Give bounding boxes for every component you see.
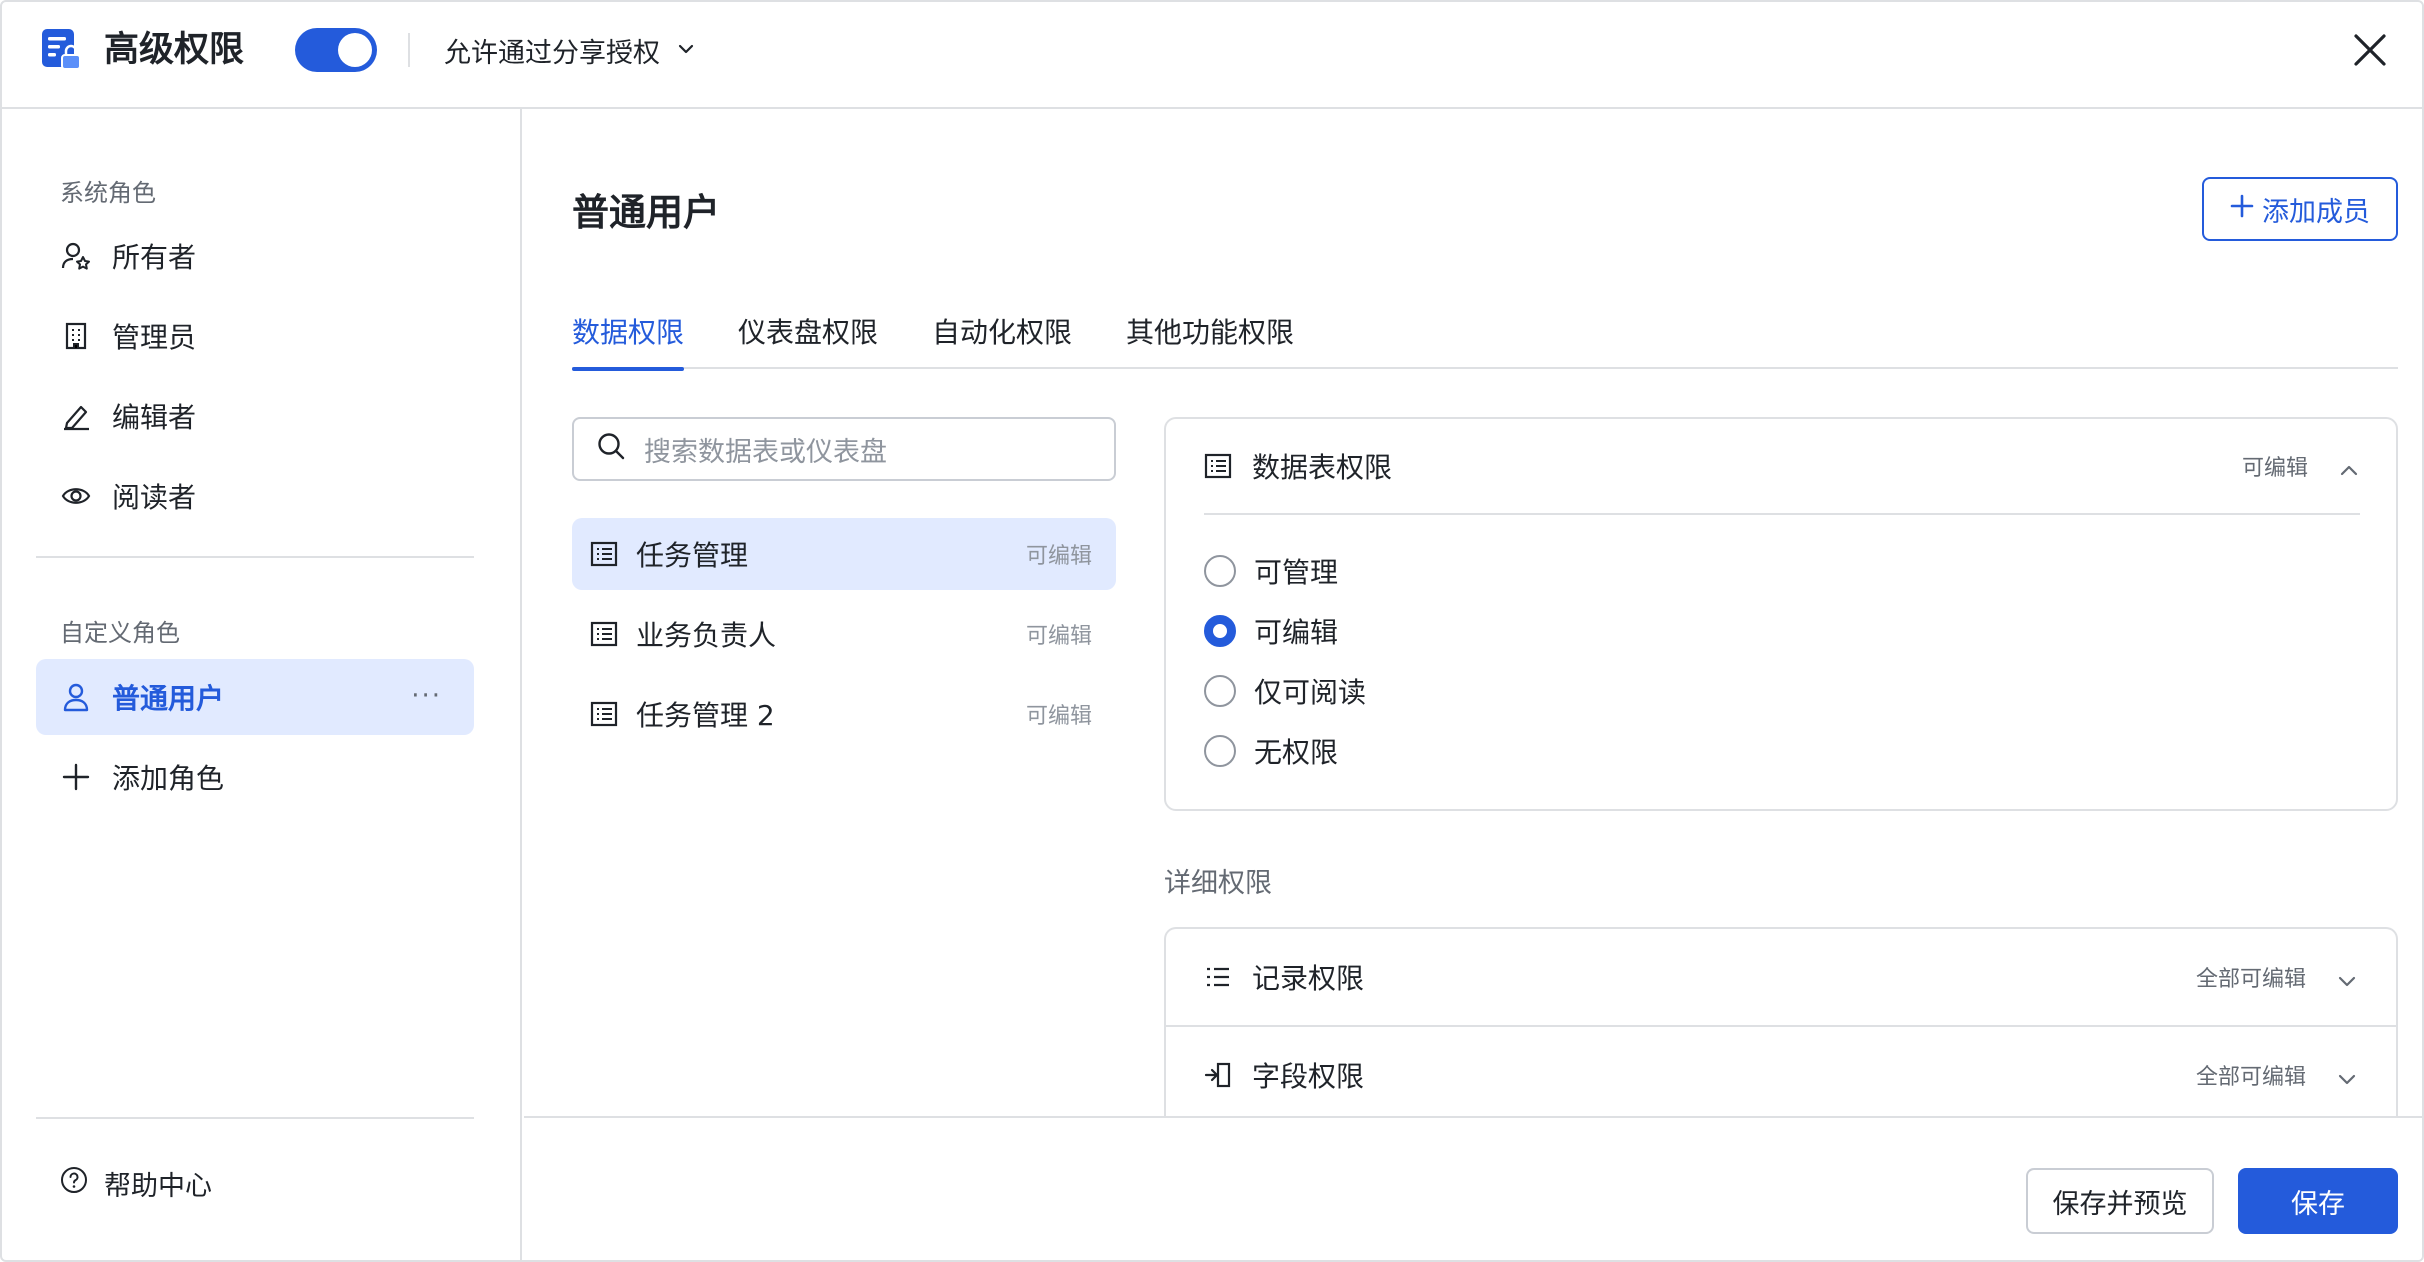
user-star-icon <box>60 240 92 272</box>
radio-label: 可编辑 <box>1254 616 1339 649</box>
radio-button[interactable] <box>1204 735 1236 767</box>
tab-automation-permission[interactable]: 自动化权限 <box>932 311 1072 369</box>
chevron-down-icon[interactable] <box>2336 1065 2358 1098</box>
radio-label: 可管理 <box>1254 556 1339 589</box>
field-permission-value: 全部可编辑 <box>2195 1065 2306 1090</box>
chevron-down-icon[interactable] <box>2336 967 2358 1000</box>
role-title: 普通用户 <box>572 191 720 234</box>
share-dropdown-label: 允许通过分享授权 <box>444 37 660 69</box>
close-icon[interactable] <box>2350 30 2390 70</box>
plus-icon <box>60 761 92 793</box>
table-grid-icon <box>1204 451 1234 481</box>
detail-permissions-heading: 详细权限 <box>1164 868 1272 899</box>
search-placeholder: 搜索数据表或仪表盘 <box>644 436 887 468</box>
sidebar-item-editor[interactable]: 编辑者 <box>36 378 474 454</box>
sidebar-item-reader[interactable]: 阅读者 <box>36 458 474 534</box>
save-button[interactable]: 保存 <box>2238 1168 2398 1234</box>
table-name: 任务管理 2 <box>636 699 775 732</box>
add-role-label: 添加角色 <box>112 762 225 795</box>
tab-other-permission[interactable]: 其他功能权限 <box>1126 311 1294 369</box>
table-search-input[interactable]: 搜索数据表或仪表盘 <box>572 417 1116 481</box>
help-center-link[interactable]: 帮助中心 <box>60 1164 212 1203</box>
tab-data-permission[interactable]: 数据权限 <box>572 311 685 371</box>
sidebar-item-regular-user[interactable]: 普通用户 ··· <box>36 659 474 735</box>
radio-label: 无权限 <box>1254 736 1339 769</box>
search-icon <box>596 431 626 468</box>
sidebar-item-label: 编辑者 <box>112 401 197 434</box>
plus-icon <box>2230 194 2254 225</box>
dialog-title: 高级权限 <box>104 30 245 70</box>
field-permission-label: 字段权限 <box>1252 1060 1365 1093</box>
radio-button-checked[interactable] <box>1204 615 1236 647</box>
more-options-icon[interactable]: ··· <box>411 681 442 711</box>
table-permission-header[interactable]: 数据表权限 可编辑 <box>1204 419 2360 515</box>
sidebar-item-label: 管理员 <box>112 321 197 354</box>
sidebar-divider <box>36 556 474 558</box>
table-grid-icon <box>590 539 620 569</box>
radio-label: 仅可阅读 <box>1254 676 1367 709</box>
record-permission-value: 全部可编辑 <box>2195 967 2306 992</box>
user-icon <box>60 681 92 713</box>
custom-roles-heading: 自定义角色 <box>60 619 180 647</box>
sidebar-item-owner[interactable]: 所有者 <box>36 218 474 294</box>
toggle-knob <box>338 33 372 67</box>
list-icon <box>1204 962 1234 992</box>
table-permission-value: 可编辑 <box>1025 544 1092 569</box>
header-divider <box>408 33 410 67</box>
permission-tabs: 数据权限 仪表盘权限 自动化权限 其他功能权限 <box>572 299 2398 371</box>
sidebar-item-admin[interactable]: 管理员 <box>36 298 474 374</box>
dialog-header: 高级权限 允许通过分享授权 <box>2 2 2422 109</box>
radio-option-none[interactable]: 无权限 <box>1204 731 1338 771</box>
radio-option-manage[interactable]: 可管理 <box>1204 551 1338 591</box>
detail-permissions-card: 记录权限 全部可编辑 字段权限 全部可编辑 <box>1164 927 2398 1147</box>
radio-button[interactable] <box>1204 675 1236 707</box>
radio-option-read-only[interactable]: 仅可阅读 <box>1204 671 1366 711</box>
building-icon <box>60 320 92 352</box>
table-permission-title: 数据表权限 <box>1252 451 1393 484</box>
table-name: 任务管理 <box>636 539 749 572</box>
system-roles-heading: 系统角色 <box>60 179 156 207</box>
chevron-up-icon[interactable] <box>2338 455 2360 488</box>
help-center-label: 帮助中心 <box>104 1171 212 1202</box>
table-list-item[interactable]: 业务负责人 可编辑 <box>572 598 1116 670</box>
advanced-permissions-dialog: 高级权限 允许通过分享授权 系统角色 所有者 管理员 编辑者 阅读者 自定义角色… <box>0 0 2424 1262</box>
table-list-item[interactable]: 任务管理 可编辑 <box>572 518 1116 590</box>
sidebar-item-label: 阅读者 <box>112 481 197 514</box>
record-permission-label: 记录权限 <box>1252 962 1365 995</box>
table-grid-icon <box>590 619 620 649</box>
tab-dashboard-permission[interactable]: 仪表盘权限 <box>738 311 878 369</box>
roles-sidebar: 系统角色 所有者 管理员 编辑者 阅读者 自定义角色 普通用户 ··· 添加角色… <box>2 109 522 1260</box>
add-role-button[interactable]: 添加角色 <box>36 739 474 815</box>
permission-doc-icon <box>40 27 84 73</box>
share-authorization-dropdown[interactable]: 允许通过分享授权 <box>444 28 696 72</box>
radio-option-edit[interactable]: 可编辑 <box>1204 611 1338 651</box>
role-detail-panel: 普通用户 添加成员 数据权限 仪表盘权限 自动化权限 其他功能权限 搜索数据表或… <box>524 109 2422 1260</box>
record-permission-row[interactable]: 记录权限 全部可编辑 <box>1166 929 2396 1025</box>
table-list-item[interactable]: 任务管理 2 可编辑 <box>572 678 1116 750</box>
advanced-permission-toggle[interactable] <box>295 28 377 72</box>
help-circle-icon <box>60 1166 88 1201</box>
eye-icon <box>60 480 92 512</box>
table-permission-card: 数据表权限 可编辑 可管理 可编辑 仅可阅读 无权限 <box>1164 417 2398 811</box>
field-permission-row[interactable]: 字段权限 全部可编辑 <box>1166 1027 2396 1123</box>
sidebar-item-label: 普通用户 <box>112 682 225 715</box>
field-icon <box>1204 1060 1234 1090</box>
dialog-footer: 保存并预览 保存 <box>524 1116 2422 1260</box>
sidebar-item-label: 所有者 <box>112 241 197 274</box>
table-permission-value: 可编辑 <box>1025 704 1092 729</box>
table-grid-icon <box>590 699 620 729</box>
add-member-button[interactable]: 添加成员 <box>2202 177 2398 241</box>
table-name: 业务负责人 <box>636 619 777 652</box>
radio-button[interactable] <box>1204 555 1236 587</box>
table-permission-current: 可编辑 <box>2241 456 2308 481</box>
add-member-label: 添加成员 <box>2262 196 2370 228</box>
sidebar-bottom-divider <box>36 1117 474 1119</box>
table-permission-value: 可编辑 <box>1025 624 1092 649</box>
save-and-preview-button[interactable]: 保存并预览 <box>2026 1168 2214 1234</box>
pencil-icon <box>60 400 92 432</box>
chevron-down-icon <box>676 35 696 66</box>
